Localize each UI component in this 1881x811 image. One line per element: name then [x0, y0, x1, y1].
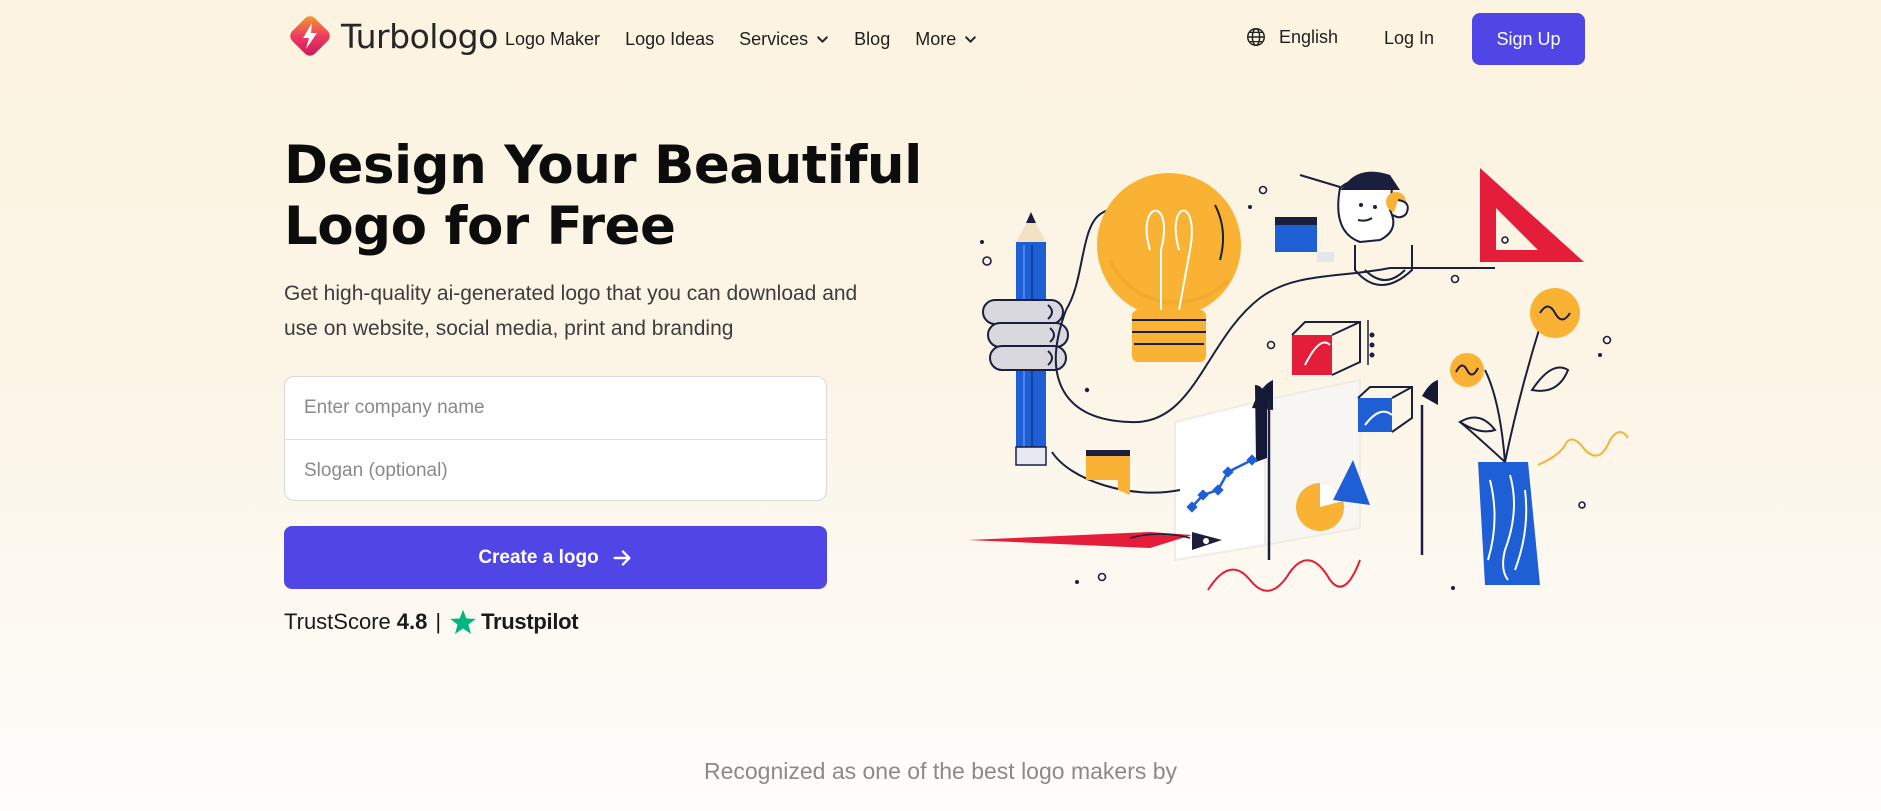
chart-panels — [1174, 378, 1438, 562]
hero-subtitle: Get high-quality ai-generated logo that … — [284, 276, 924, 346]
hero-illustration — [968, 168, 1629, 592]
nav-label: More — [915, 28, 957, 49]
nav-label: Logo Maker — [505, 28, 601, 49]
trustscore-separator: | — [435, 609, 442, 634]
globe-icon — [1247, 28, 1265, 46]
chevron-down-icon — [817, 35, 828, 43]
slogan-input[interactable] — [285, 440, 826, 500]
main-nav: Logo Maker Logo Ideas Services Blog More — [505, 22, 1002, 56]
create-logo-label: Create a logo — [478, 546, 599, 568]
hero-subtitle-line-2: use on website, social media, print and … — [284, 317, 734, 340]
nav-more[interactable]: More — [915, 29, 977, 50]
nav-blog[interactable]: Blog — [854, 29, 890, 50]
create-logo-button[interactable]: Create a logo — [284, 526, 827, 589]
trustscore-badge[interactable]: TrustScore 4.8 | Trustpilot — [284, 605, 579, 639]
nav-label: Services — [739, 28, 809, 49]
brand-logo[interactable]: Turbologo — [285, 12, 498, 60]
site-header: Turbologo Logo Maker Logo Ideas Services… — [0, 0, 1881, 78]
company-name-input[interactable] — [285, 377, 826, 439]
nav-logo-maker[interactable]: Logo Maker — [505, 29, 600, 50]
star-icon — [450, 609, 476, 635]
language-label: English — [1279, 26, 1339, 47]
turbologo-diamond-icon — [290, 16, 330, 56]
recognized-heading: Recognized as one of the best logo maker… — [703, 758, 1178, 784]
login-link[interactable]: Log In — [1384, 28, 1434, 49]
nav-services[interactable]: Services — [739, 29, 829, 50]
brand-name: Turbologo — [341, 16, 498, 56]
light-bulb — [1097, 173, 1241, 362]
chevron-down-icon — [965, 35, 977, 43]
trustscore-label: TrustScore — [284, 609, 391, 634]
hero-subtitle-line-1: Get high-quality ai-generated logo that … — [284, 282, 858, 305]
arrow-right-icon — [613, 549, 631, 566]
hero-title: Design Your Beautiful Logo for Free — [284, 135, 924, 257]
nav-logo-ideas[interactable]: Logo Ideas — [625, 29, 714, 50]
language-selector[interactable]: English — [1245, 26, 1338, 48]
hero-title-line-2: Logo for Free — [284, 196, 676, 257]
nav-label: Blog — [854, 28, 891, 49]
trustpilot-wordmark: Trustpilot — [481, 609, 579, 634]
plant-vase — [1450, 288, 1580, 585]
trustscore-value: 4.8 — [396, 609, 428, 634]
hero-title-line-1: Design Your Beautiful — [284, 135, 922, 196]
logo-form — [284, 376, 827, 501]
triangle-ruler — [1480, 168, 1584, 262]
nav-label: Logo Ideas — [625, 28, 715, 49]
signup-button[interactable]: Sign Up — [1472, 13, 1585, 65]
